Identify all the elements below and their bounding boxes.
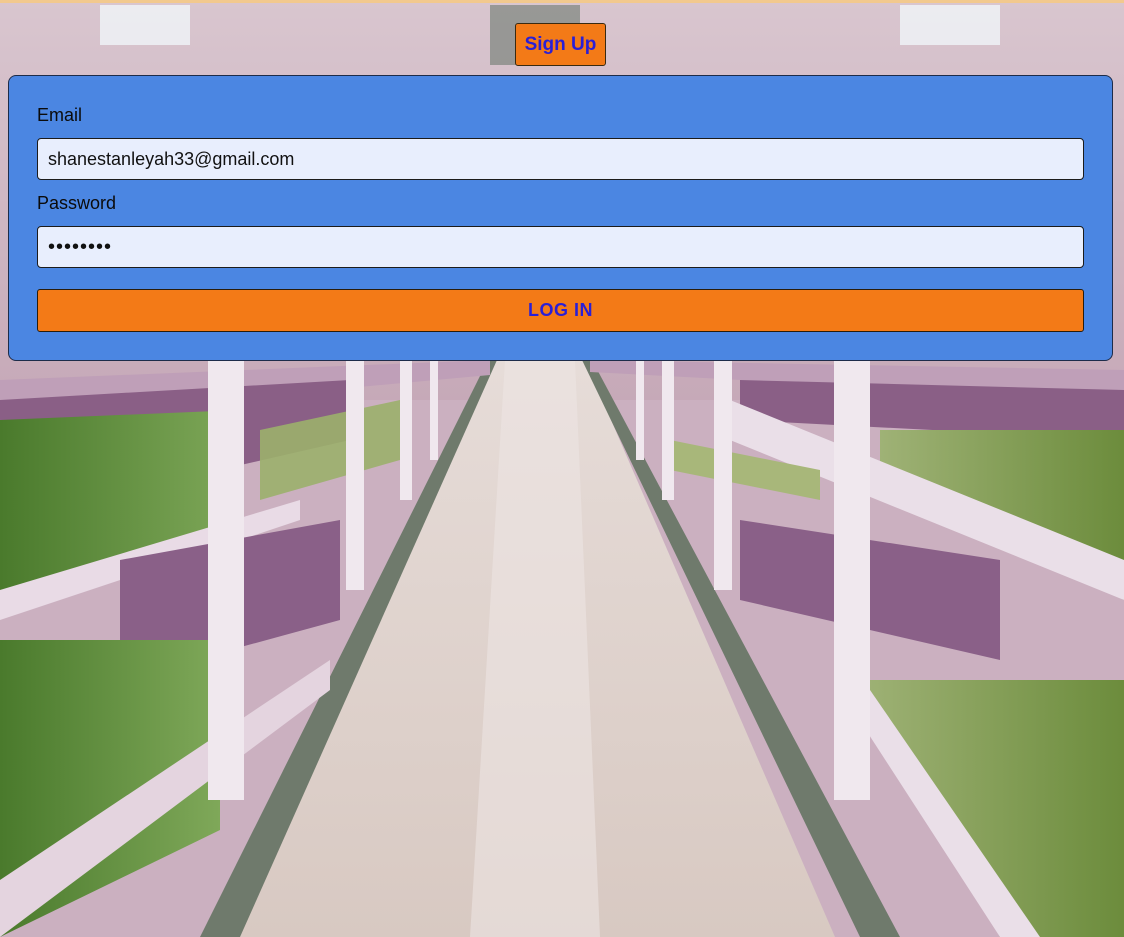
log-in-button[interactable]: LOG IN [37,289,1084,332]
login-form: Email Password LOG IN [8,75,1113,361]
top-edge-strip [0,0,1124,3]
password-label: Password [37,193,117,213]
password-field[interactable] [37,226,1084,268]
email-field[interactable] [37,138,1084,180]
sign-up-button[interactable]: Sign Up [515,23,606,66]
email-label: Email [37,105,83,125]
